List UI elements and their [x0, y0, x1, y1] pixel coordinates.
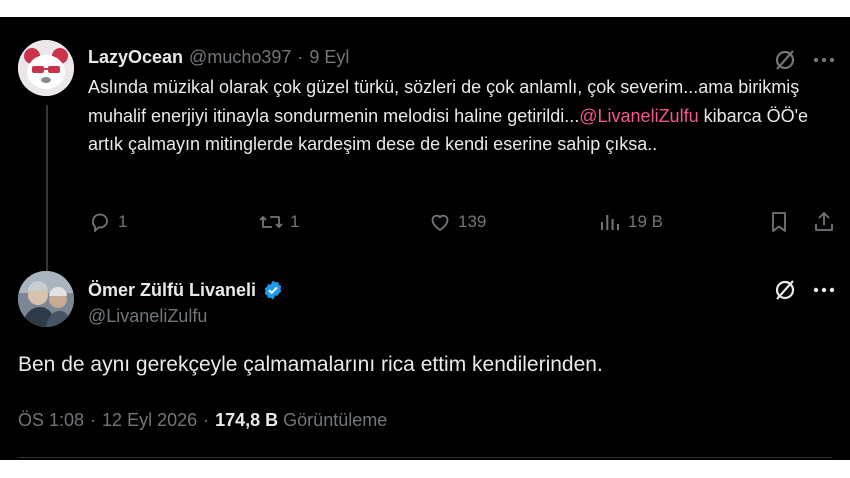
repost-button[interactable]: 1: [258, 210, 299, 234]
meta-separator-2: ·: [203, 410, 210, 430]
verified-badge-icon: [262, 279, 284, 301]
avatar-lazyocean[interactable]: [18, 40, 74, 96]
repost-icon: [259, 216, 283, 228]
reply-action-bar: 1 1 139 19 B: [0, 210, 850, 234]
reply-button[interactable]: 1: [88, 210, 127, 234]
main-handle[interactable]: @LivaneliZulfu: [88, 306, 207, 327]
main-header: Ömer Zülfü Livaneli: [88, 279, 284, 301]
meta-separator-1: ·: [90, 410, 97, 430]
like-icon: [431, 214, 449, 231]
tweet-date[interactable]: 12 Eyl 2026: [102, 410, 197, 431]
reply-header: LazyOcean @mucho397 · 9 Eyl: [88, 47, 349, 68]
views-icon: [601, 215, 619, 230]
bookmark-icon: [772, 212, 786, 232]
bookmark-button[interactable]: [767, 210, 791, 234]
tweet-thread: LazyOcean @mucho397 · 9 Eyl Aslında müzi…: [0, 17, 850, 460]
main-display-name[interactable]: Ömer Zülfü Livaneli: [88, 280, 256, 301]
reply-time[interactable]: 9 Eyl: [309, 47, 349, 68]
mention-link[interactable]: @LivaneliZulfu: [579, 106, 698, 126]
views-count: 19 B: [628, 212, 663, 231]
share-button[interactable]: [812, 210, 836, 234]
tweet-time[interactable]: ÖS 1:08: [18, 410, 84, 431]
panda-avatar-icon: [18, 40, 74, 96]
like-count: 139: [458, 212, 487, 231]
reply-separator: ·: [297, 47, 304, 67]
avatar-livaneli[interactable]: [18, 271, 74, 327]
reply-icon: [92, 213, 108, 232]
views-button[interactable]: 19 B: [598, 210, 663, 234]
divider: [18, 457, 832, 458]
main-tweet-text: Ben de aynı gerekçeyle çalmamalarını ric…: [18, 353, 603, 376]
more-icon[interactable]: [810, 277, 838, 303]
views-total: 174,8 B: [215, 410, 279, 430]
thread-connector-line: [46, 105, 48, 283]
profile-photo-icon: [18, 271, 74, 327]
reply-display-name[interactable]: LazyOcean: [88, 47, 183, 68]
tweet-meta: ÖS 1:08 · 12 Eyl 2026 · 174,8 B Görüntül…: [18, 410, 387, 431]
grok-icon[interactable]: [771, 277, 799, 303]
main-handle-row: @LivaneliZulfu: [88, 306, 207, 327]
share-icon: [815, 212, 833, 231]
repost-count: 1: [290, 212, 300, 231]
reply-count: 1: [118, 212, 128, 231]
grok-icon[interactable]: [771, 47, 799, 73]
more-icon[interactable]: [810, 47, 838, 73]
like-button[interactable]: 139: [428, 210, 486, 234]
views-label: Görüntüleme: [283, 410, 388, 430]
reply-text: Aslında müzikal olarak çok güzel türkü, …: [88, 73, 828, 159]
reply-handle[interactable]: @mucho397: [189, 47, 291, 68]
